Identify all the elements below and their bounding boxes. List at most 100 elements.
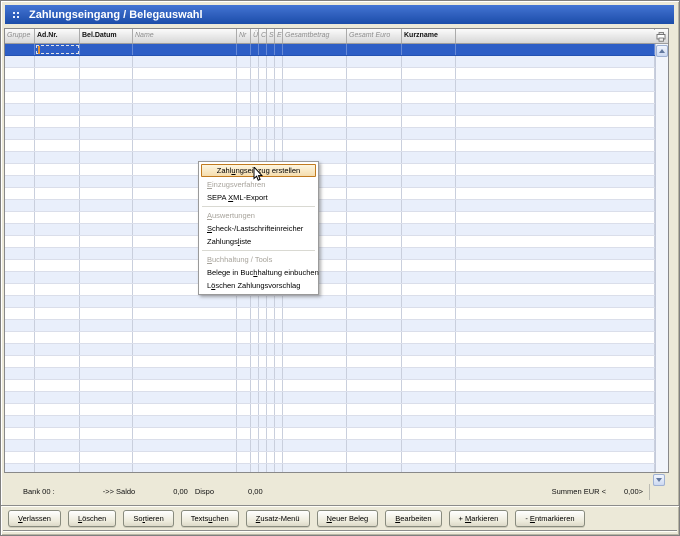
table-cell[interactable] (283, 392, 347, 403)
textsuchen-button[interactable]: Textsuchen (181, 510, 239, 527)
table-row[interactable] (5, 92, 655, 104)
table-cell[interactable] (5, 92, 35, 103)
table-cell[interactable] (251, 356, 259, 367)
table-cell[interactable] (402, 68, 456, 79)
table-cell[interactable] (402, 140, 456, 151)
table-cell[interactable] (80, 164, 133, 175)
table-cell[interactable] (402, 452, 456, 463)
table-cell[interactable] (347, 140, 402, 151)
column-header-gesamtbetrag[interactable]: Gesamtbetrag (283, 29, 347, 43)
table-cell[interactable] (259, 404, 267, 415)
table-cell[interactable] (267, 380, 275, 391)
table-cell[interactable] (35, 80, 80, 91)
table-cell[interactable] (35, 128, 80, 139)
table-cell[interactable] (456, 248, 655, 259)
table-cell[interactable] (5, 296, 35, 307)
table-cell[interactable] (267, 140, 275, 151)
table-cell[interactable] (402, 392, 456, 403)
table-cell[interactable] (237, 392, 251, 403)
table-cell[interactable] (35, 416, 80, 427)
table-row[interactable] (5, 272, 655, 284)
table-row[interactable] (5, 212, 655, 224)
table-cell[interactable] (133, 308, 237, 319)
scroll-down-button[interactable] (653, 474, 665, 486)
table-cell[interactable] (347, 104, 402, 115)
table-cell[interactable] (35, 404, 80, 415)
table-cell[interactable] (402, 356, 456, 367)
vertical-scrollbar[interactable] (655, 44, 668, 472)
table-cell[interactable] (5, 104, 35, 115)
table-cell[interactable] (5, 224, 35, 235)
table-cell[interactable] (267, 452, 275, 463)
table-cell[interactable] (80, 236, 133, 247)
table-cell[interactable] (347, 464, 402, 472)
entmarkieren-button[interactable]: - Entmarkieren (515, 510, 584, 527)
column-header-nr[interactable]: Nr (237, 29, 251, 43)
table-cell[interactable] (275, 116, 283, 127)
table-cell[interactable] (237, 452, 251, 463)
table-cell[interactable] (251, 116, 259, 127)
table-cell[interactable] (347, 164, 402, 175)
table-cell[interactable] (347, 212, 402, 223)
table-cell[interactable] (133, 80, 237, 91)
table-cell[interactable] (80, 428, 133, 439)
table-row[interactable] (5, 404, 655, 416)
table-row[interactable] (5, 356, 655, 368)
table-cell[interactable] (283, 452, 347, 463)
table-cell[interactable] (402, 332, 456, 343)
table-cell[interactable] (251, 428, 259, 439)
table-cell[interactable] (456, 272, 655, 283)
table-cell[interactable] (5, 200, 35, 211)
table-cell[interactable] (402, 224, 456, 235)
table-cell[interactable] (237, 80, 251, 91)
table-cell[interactable] (133, 140, 237, 151)
table-cell[interactable] (5, 248, 35, 259)
table-cell[interactable] (251, 380, 259, 391)
table-cell[interactable] (80, 128, 133, 139)
table-cell[interactable] (80, 380, 133, 391)
table-cell[interactable] (35, 92, 80, 103)
table-cell[interactable] (5, 152, 35, 163)
table-cell[interactable] (275, 428, 283, 439)
table-cell[interactable] (80, 56, 133, 67)
table-cell[interactable] (402, 464, 456, 472)
table-row[interactable] (5, 140, 655, 152)
table-cell[interactable] (80, 140, 133, 151)
table-cell[interactable] (402, 260, 456, 271)
table-cell[interactable] (5, 212, 35, 223)
table-cell[interactable] (133, 344, 237, 355)
table-cell[interactable] (347, 440, 402, 451)
table-row[interactable] (5, 392, 655, 404)
table-cell[interactable] (80, 440, 133, 451)
table-cell[interactable] (35, 392, 80, 403)
table-cell[interactable] (456, 464, 655, 472)
table-cell[interactable] (5, 44, 35, 55)
table-cell[interactable] (456, 320, 655, 331)
table-cell[interactable] (259, 68, 267, 79)
table-cell[interactable] (283, 428, 347, 439)
table-cell[interactable] (133, 332, 237, 343)
table-cell[interactable] (402, 152, 456, 163)
markieren-button[interactable]: + Markieren (449, 510, 509, 527)
table-cell[interactable] (80, 332, 133, 343)
table-cell[interactable] (283, 368, 347, 379)
table-cell[interactable] (267, 416, 275, 427)
table-cell[interactable] (402, 272, 456, 283)
table-cell[interactable] (267, 92, 275, 103)
table-cell[interactable] (402, 44, 456, 55)
table-row[interactable] (5, 200, 655, 212)
table-cell[interactable] (283, 56, 347, 67)
table-cell[interactable] (275, 416, 283, 427)
table-cell[interactable] (80, 344, 133, 355)
table-cell[interactable] (237, 464, 251, 472)
table-cell[interactable] (347, 116, 402, 127)
table-cell[interactable] (251, 404, 259, 415)
table-cell[interactable] (80, 416, 133, 427)
table-cell[interactable] (456, 284, 655, 295)
table-cell[interactable] (35, 368, 80, 379)
table-cell[interactable] (133, 416, 237, 427)
table-cell[interactable] (283, 140, 347, 151)
table-cell[interactable] (267, 320, 275, 331)
table-cell[interactable] (5, 140, 35, 151)
table-cell[interactable] (5, 440, 35, 451)
